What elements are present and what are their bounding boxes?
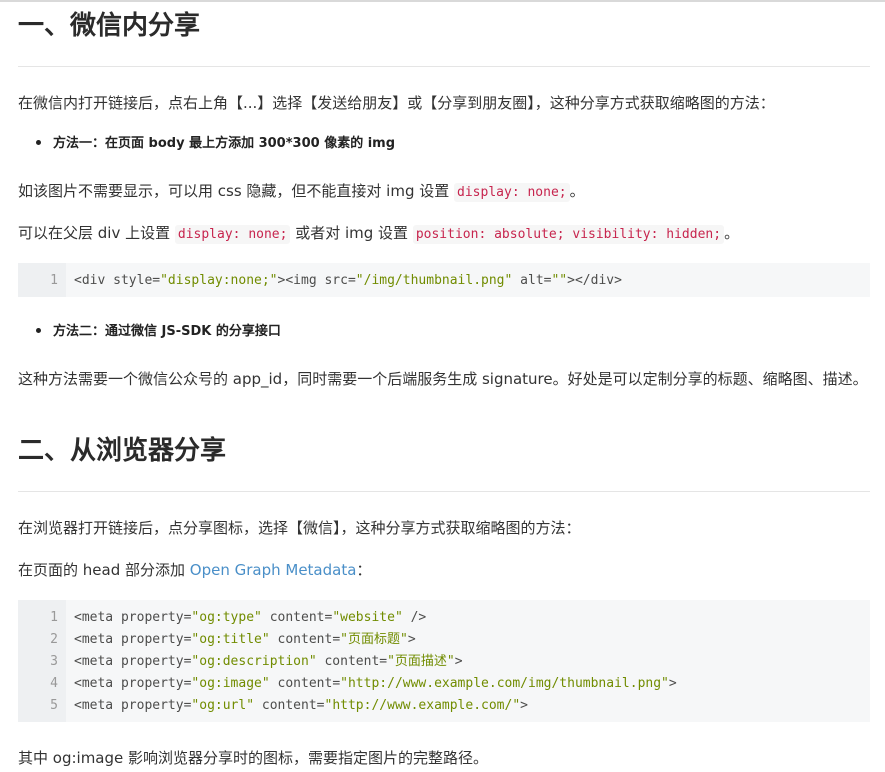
code-line: 1 <div style="display:none;"><img src="/i… — [18, 270, 870, 292]
code-token: property= — [113, 610, 192, 625]
code-token: <meta — [74, 676, 114, 691]
p1-inline-code: display: none; — [454, 183, 570, 202]
code-line: 2 <meta property="og:title" content="页面标题… — [18, 629, 870, 651]
code-token: style= — [105, 273, 161, 288]
code-token: "页面描述" — [387, 654, 455, 669]
method2-item: 方法二：通过微信 JS-SDK 的分享接口 — [30, 322, 281, 342]
line-number: 4 — [50, 676, 58, 691]
code-token: "http://www.example.com/img/thumbnail.pn… — [340, 676, 669, 691]
code-token: > — [454, 654, 463, 669]
section1-paragraph-3: 这种方法需要一个微信公众号的 app_id，同时需要一个后端服务生成 signa… — [18, 370, 868, 388]
open-graph-link[interactable]: Open Graph Metadata — [190, 561, 357, 579]
code-token: "display:none;" — [160, 273, 278, 288]
p2-text-b: 或者对 img 设置 — [290, 224, 413, 242]
bullet-icon — [36, 328, 41, 333]
s2p1-text-b: ： — [356, 561, 372, 579]
code-token: /> — [402, 610, 427, 625]
code-token: "/img/thumbnail.png" — [355, 273, 513, 288]
code-token: content= — [254, 698, 325, 713]
s2p1-text-a: 在页面的 head 部分添加 — [18, 561, 190, 579]
code-token: "og:type" — [191, 610, 262, 625]
code-line: 3 <meta property="og:description" content… — [18, 651, 870, 673]
method2-label: 方法二：通过微信 JS-SDK 的分享接口 — [53, 324, 281, 339]
code-token: "og:title" — [191, 632, 270, 647]
section2-divider — [18, 491, 870, 492]
code-token: property= — [113, 676, 192, 691]
p2-inline-code-1: display: none; — [174, 225, 291, 244]
section2-paragraph-1: 在页面的 head 部分添加 Open Graph Metadata： — [18, 557, 870, 584]
code-token: property= — [113, 698, 192, 713]
p1-text-b: 。 — [569, 182, 585, 200]
p1-text-a: 如该图片不需要显示，可以用 css 隐藏，但不能直接对 img 设置 — [18, 182, 455, 200]
code-token: content= — [261, 610, 333, 625]
code-token: <div — [74, 273, 106, 288]
code-token: ></div> — [567, 273, 622, 288]
p2-text-c: 。 — [724, 224, 740, 242]
section1-intro: 在微信内打开链接后，点右上角【...】选择【发送给朋友】或【分享到朋友圈】，这种… — [18, 94, 775, 112]
code-token: "" — [551, 273, 568, 288]
code-token: > — [668, 676, 677, 691]
line-number: 3 — [50, 654, 58, 669]
code-token: content= — [316, 654, 388, 669]
line-number: 2 — [50, 632, 58, 647]
code-token: src= — [316, 273, 356, 288]
code-token: "页面标题" — [340, 632, 408, 647]
code-token: <meta — [74, 610, 114, 625]
p2-inline-code-2: position: absolute; visibility: hidden; — [412, 225, 725, 244]
code-token: ><img — [277, 273, 317, 288]
section1-paragraph-1: 如该图片不需要显示，可以用 css 隐藏，但不能直接对 img 设置 displ… — [18, 178, 870, 206]
code-token: "og:description" — [191, 654, 317, 669]
section2-intro: 在浏览器打开链接后，点分享图标，选择【微信】，这种分享方式获取缩略图的方法： — [18, 519, 581, 537]
code-line: 1 <meta property="og:type" content="websi… — [18, 607, 870, 629]
code-block-1: 1 <div style="display:none;"><img src="/i… — [18, 263, 870, 297]
code-token: "http://www.example.com/" — [324, 698, 521, 713]
code-token: property= — [113, 654, 192, 669]
code-token: > — [407, 632, 416, 647]
code-token: alt= — [512, 273, 552, 288]
line-number: 1 — [50, 610, 58, 625]
code-token: > — [520, 698, 528, 713]
code-token: content= — [269, 676, 341, 691]
method1-label: 方法一：在页面 body 最上方添加 300*300 像素的 img — [53, 136, 396, 151]
code-token: "og:url" — [191, 698, 255, 713]
code-token: <meta — [74, 698, 114, 713]
section1-paragraph-2: 可以在父层 div 上设置 display: none; 或者对 img 设置 … — [18, 220, 870, 248]
p2-text-a: 可以在父层 div 上设置 — [18, 224, 175, 242]
code-line: 4 <meta property="og:image" content="http… — [18, 673, 870, 695]
section1-heading: 一、微信内分享 — [18, 11, 201, 41]
code-token: <meta — [74, 632, 114, 647]
code-token: property= — [113, 632, 192, 647]
section2-heading: 二、从浏览器分享 — [18, 436, 227, 466]
code-line: 5 <meta property="og:url" content="http:/… — [18, 695, 870, 717]
method1-item: 方法一：在页面 body 最上方添加 300*300 像素的 img — [30, 134, 395, 154]
code-token: "og:image" — [191, 676, 270, 691]
section2-paragraph-2: 其中 og:image 影响浏览器分享时的图标，需要指定图片的完整路径。 — [18, 749, 489, 767]
section1-divider — [18, 66, 870, 67]
code-block-2: 1 <meta property="og:type" content="websi… — [18, 600, 870, 722]
line-number: 1 — [50, 273, 58, 288]
top-border — [0, 0, 885, 2]
bullet-icon — [36, 140, 41, 145]
code-token: <meta — [74, 654, 114, 669]
code-token: content= — [269, 632, 341, 647]
line-number: 5 — [50, 698, 58, 713]
code-token: "website" — [332, 610, 403, 625]
